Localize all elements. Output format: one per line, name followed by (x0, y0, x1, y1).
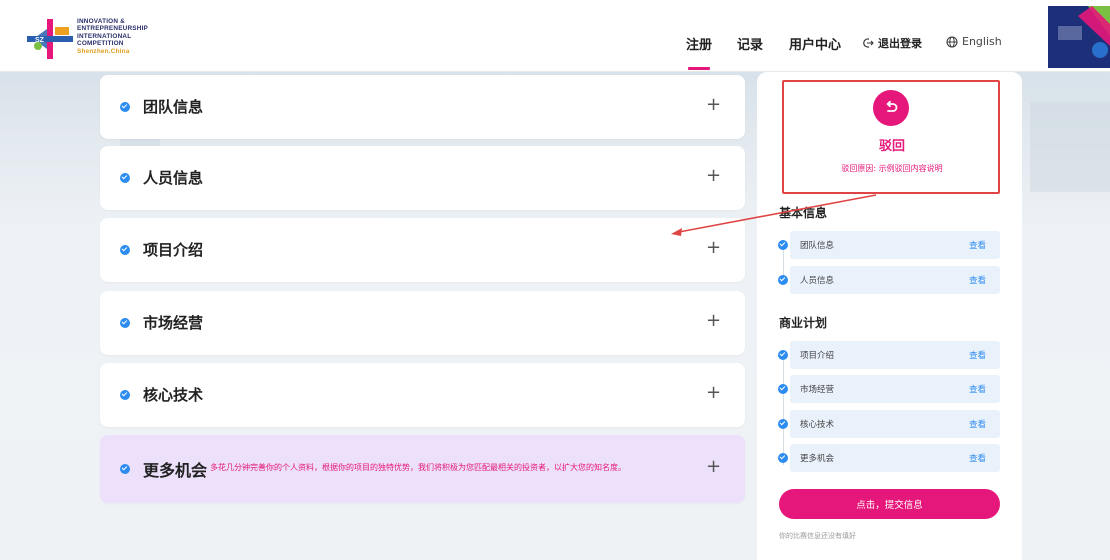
check-icon (778, 240, 788, 250)
logo-sub: Shenzhen.China (77, 47, 130, 55)
submit-hint: 你的比赛信息还没有填好 (779, 532, 856, 540)
view-link[interactable]: 查看 (969, 383, 986, 395)
logout-button[interactable]: 退出登录 (862, 35, 922, 51)
section-core-tech[interactable]: 核心技术 + (100, 363, 745, 427)
step-personnel-info: 人员信息 查看 (774, 266, 1000, 294)
section-personnel-info[interactable]: 人员信息 + (100, 146, 745, 210)
top-header: SZ INNOVATION & ENTREPRENEURSHIP INTERNA… (0, 0, 1110, 72)
nav-register[interactable]: 注册 (686, 34, 712, 53)
logo-text: INNOVATION & ENTREPRENEURSHIP INTERNATIO… (77, 18, 148, 55)
section-more-opportunities[interactable]: 更多机会 多花几分钟完善你的个人资料，根据你的项目的独特优势，我们将积极为您匹配… (100, 435, 745, 503)
check-icon (778, 350, 788, 360)
check-icon (120, 173, 130, 183)
section-description: 多花几分钟完善你的个人资料，根据你的项目的独特优势，我们将积极为您匹配最相关的投… (210, 463, 626, 472)
step-label: 项目介绍 (800, 351, 835, 361)
nav-active-indicator (688, 67, 710, 70)
expand-icon[interactable]: + (706, 236, 721, 260)
check-icon (778, 453, 788, 463)
check-icon (778, 275, 788, 285)
nav-records[interactable]: 记录 (737, 34, 763, 53)
expand-icon[interactable]: + (706, 309, 721, 333)
step-core-tech: 核心技术 查看 (774, 410, 1000, 438)
step-label: 核心技术 (800, 420, 835, 430)
check-icon (120, 390, 130, 400)
step-project-intro: 项目介绍 查看 (774, 341, 1000, 369)
expand-icon[interactable]: + (706, 93, 721, 117)
step-label: 更多机会 (800, 454, 835, 464)
expand-icon[interactable]: + (706, 455, 721, 479)
annotation-highlight-box (782, 80, 1000, 194)
language-label: English (962, 35, 1002, 48)
section-title: 团队信息 (143, 98, 204, 116)
submit-button[interactable]: 点击，提交信息 (779, 489, 1000, 519)
section-title: 人员信息 (143, 169, 204, 187)
section-title: 市场经营 (143, 314, 204, 332)
section-title: 项目介绍 (143, 241, 204, 259)
language-switch[interactable]: English (946, 35, 1002, 48)
logo-line-1: INNOVATION & (77, 18, 125, 25)
section-title: 更多机会 (143, 461, 208, 480)
step-label: 市场经营 (800, 385, 835, 395)
check-icon (778, 384, 788, 394)
business-plan-title: 商业计划 (779, 316, 828, 330)
view-link[interactable]: 查看 (969, 274, 986, 286)
view-link[interactable]: 查看 (969, 418, 986, 430)
step-label: 团队信息 (800, 241, 835, 251)
step-label: 人员信息 (800, 276, 835, 286)
view-link[interactable]: 查看 (969, 239, 986, 251)
svg-text:SZ: SZ (35, 37, 45, 44)
view-link[interactable]: 查看 (969, 452, 986, 464)
step-market-operation: 市场经营 查看 (774, 375, 1000, 403)
logout-label: 退出登录 (878, 37, 922, 50)
check-icon (778, 419, 788, 429)
check-icon (120, 102, 130, 112)
section-team-info[interactable]: 团队信息 + (100, 75, 745, 139)
step-team-info: 团队信息 查看 (774, 231, 1000, 259)
check-icon (120, 318, 130, 328)
section-title: 核心技术 (143, 386, 204, 404)
nav-user-center[interactable]: 用户中心 (789, 34, 841, 53)
logo-line-3: INTERNATIONAL (77, 32, 132, 40)
check-icon (120, 245, 130, 255)
expand-icon[interactable]: + (706, 381, 721, 405)
step-more-opportunities: 更多机会 查看 (774, 444, 1000, 472)
section-project-intro[interactable]: 项目介绍 + (100, 218, 745, 282)
logout-icon (863, 38, 874, 48)
expand-icon[interactable]: + (706, 164, 721, 188)
section-market-operation[interactable]: 市场经营 + (100, 291, 745, 355)
globe-icon (946, 36, 958, 47)
check-icon (120, 464, 130, 474)
logo-line-2: ENTREPRENEURSHIP (77, 25, 149, 33)
view-link[interactable]: 查看 (969, 349, 986, 361)
logo-mark-icon: SZ (27, 19, 73, 59)
competition-logo[interactable]: SZ INNOVATION & ENTREPRENEURSHIP INTERNA… (27, 16, 167, 60)
basic-info-title: 基本信息 (779, 206, 828, 220)
decorative-graphic-icon (1048, 6, 1110, 68)
logo-line-4: COMPETITION (77, 40, 124, 48)
